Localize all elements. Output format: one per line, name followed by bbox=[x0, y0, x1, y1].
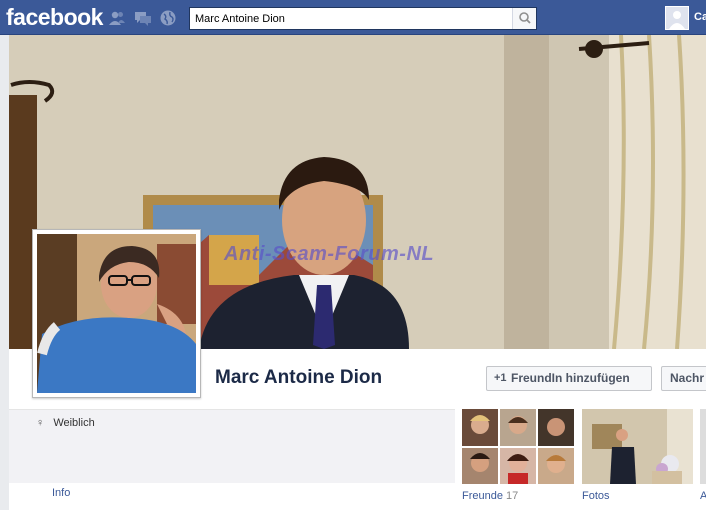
friends-tile[interactable] bbox=[462, 409, 574, 484]
search-input[interactable] bbox=[190, 8, 512, 29]
add-friend-button[interactable]: +1 FreundIn hinzufügen bbox=[486, 366, 652, 391]
gender-icon: ♀ bbox=[36, 417, 45, 429]
friends-link[interactable]: Freunde 17 bbox=[462, 490, 518, 502]
photos-tile[interactable] bbox=[582, 409, 693, 484]
photos-link[interactable]: Fotos bbox=[582, 490, 610, 502]
message-label: Nachr bbox=[670, 371, 705, 385]
profile-name: Marc Antoine Dion bbox=[215, 367, 383, 388]
gender-label: Weiblich bbox=[53, 417, 95, 429]
profile-picture[interactable] bbox=[32, 229, 201, 398]
friend-requests-icon[interactable] bbox=[108, 9, 126, 27]
message-button[interactable]: Nachr bbox=[661, 366, 706, 391]
more-tile[interactable] bbox=[700, 409, 706, 484]
add-friend-icon: +1 bbox=[494, 372, 507, 384]
search-button[interactable] bbox=[512, 8, 536, 29]
facebook-logo[interactable]: facebook bbox=[6, 4, 103, 31]
friends-label: Freunde bbox=[462, 490, 503, 502]
more-link[interactable]: A bbox=[700, 490, 706, 502]
user-name-link[interactable]: Ca bbox=[694, 11, 706, 23]
info-link[interactable]: Info bbox=[52, 487, 70, 499]
search-bar bbox=[189, 7, 537, 30]
top-bar: facebook Ca bbox=[0, 0, 706, 35]
user-avatar[interactable] bbox=[665, 6, 689, 30]
friends-count: 17 bbox=[506, 490, 519, 502]
add-friend-label: FreundIn hinzufügen bbox=[511, 371, 630, 385]
messages-icon[interactable] bbox=[134, 9, 152, 27]
notifications-globe-icon[interactable] bbox=[159, 9, 177, 27]
watermark-text: Anti-Scam-Forum-NL bbox=[224, 243, 435, 265]
gender-info: ♀ Weiblich bbox=[36, 417, 95, 429]
search-icon bbox=[519, 12, 531, 24]
